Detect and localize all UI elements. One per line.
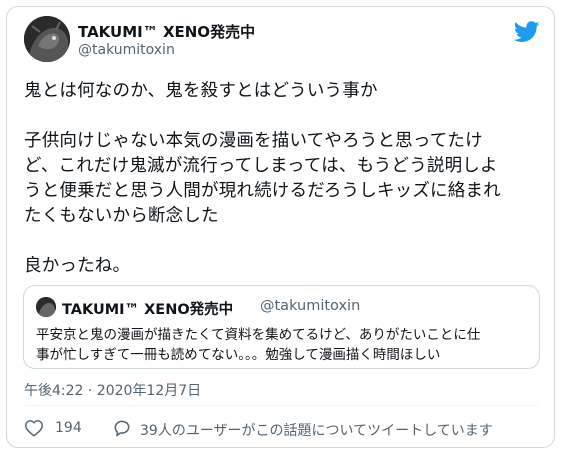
twitter-bird-icon[interactable] [513, 21, 540, 43]
author-avatar[interactable] [24, 16, 70, 62]
tweet-line-break [24, 229, 544, 254]
tweet-text: 鬼とは何なのか、鬼を殺すとはどういう事か 子供向けじゃない本気の漫画を描いてやろ… [24, 79, 544, 279]
tweet-timestamp[interactable]: 午後4:22 · 2020年12月7日 [24, 380, 201, 400]
tweet-line: 良かったね。 [24, 256, 131, 276]
quote-author-handle: @takumitoxin [260, 298, 361, 314]
tweet-line: 鬼とは何なのか、鬼を殺すとはどういう事か [24, 81, 378, 101]
heart-icon[interactable] [24, 419, 44, 437]
quote-author-name: TAKUMI™ XENO発売中 [62, 302, 234, 318]
avatar-image [24, 16, 70, 62]
author-handle[interactable]: @takumitoxin [78, 42, 175, 58]
speech-bubble-icon[interactable] [112, 418, 132, 438]
divider [23, 405, 538, 406]
tweet-line: うと便乗だと思う人間が現れ続けるだろうしキッズに絡まれ [24, 181, 501, 201]
quote-line: 事が忙しすぎて一冊も読めてない。。。勉強して漫画描く時間ほしい [36, 347, 441, 363]
quote-author-avatar [36, 297, 56, 317]
tweet-line: ど、これだけ鬼滅が流行ってしまっては、もうどう説明しよ [24, 156, 498, 176]
tweet-line-break [24, 104, 544, 129]
like-count[interactable]: 194 [55, 420, 82, 436]
conversation-link[interactable]: 39人のユーザーがこの話題についてツイートしています [140, 420, 493, 440]
quoted-tweet[interactable]: TAKUMI™ XENO発売中 @takumitoxin 平安京と鬼の漫画が描き… [23, 285, 540, 369]
quote-text: 平安京と鬼の漫画が描きたくて資料を集めてるけど、ありがたいことに仕 事が忙しすぎ… [36, 325, 530, 365]
tweet-line: たくもないから断念した [24, 206, 219, 226]
author-name[interactable]: TAKUMI™ XENO発売中 [78, 21, 255, 42]
tweet-card[interactable]: TAKUMI™ XENO発売中 @takumitoxin 鬼とは何なのか、鬼を殺… [6, 6, 555, 448]
quote-line: 平安京と鬼の漫画が描きたくて資料を集めてるけど、ありがたいことに仕 [36, 327, 481, 343]
tweet-line: 子供向けじゃない本気の漫画を描いてやろうと思ってたけ [24, 131, 483, 151]
